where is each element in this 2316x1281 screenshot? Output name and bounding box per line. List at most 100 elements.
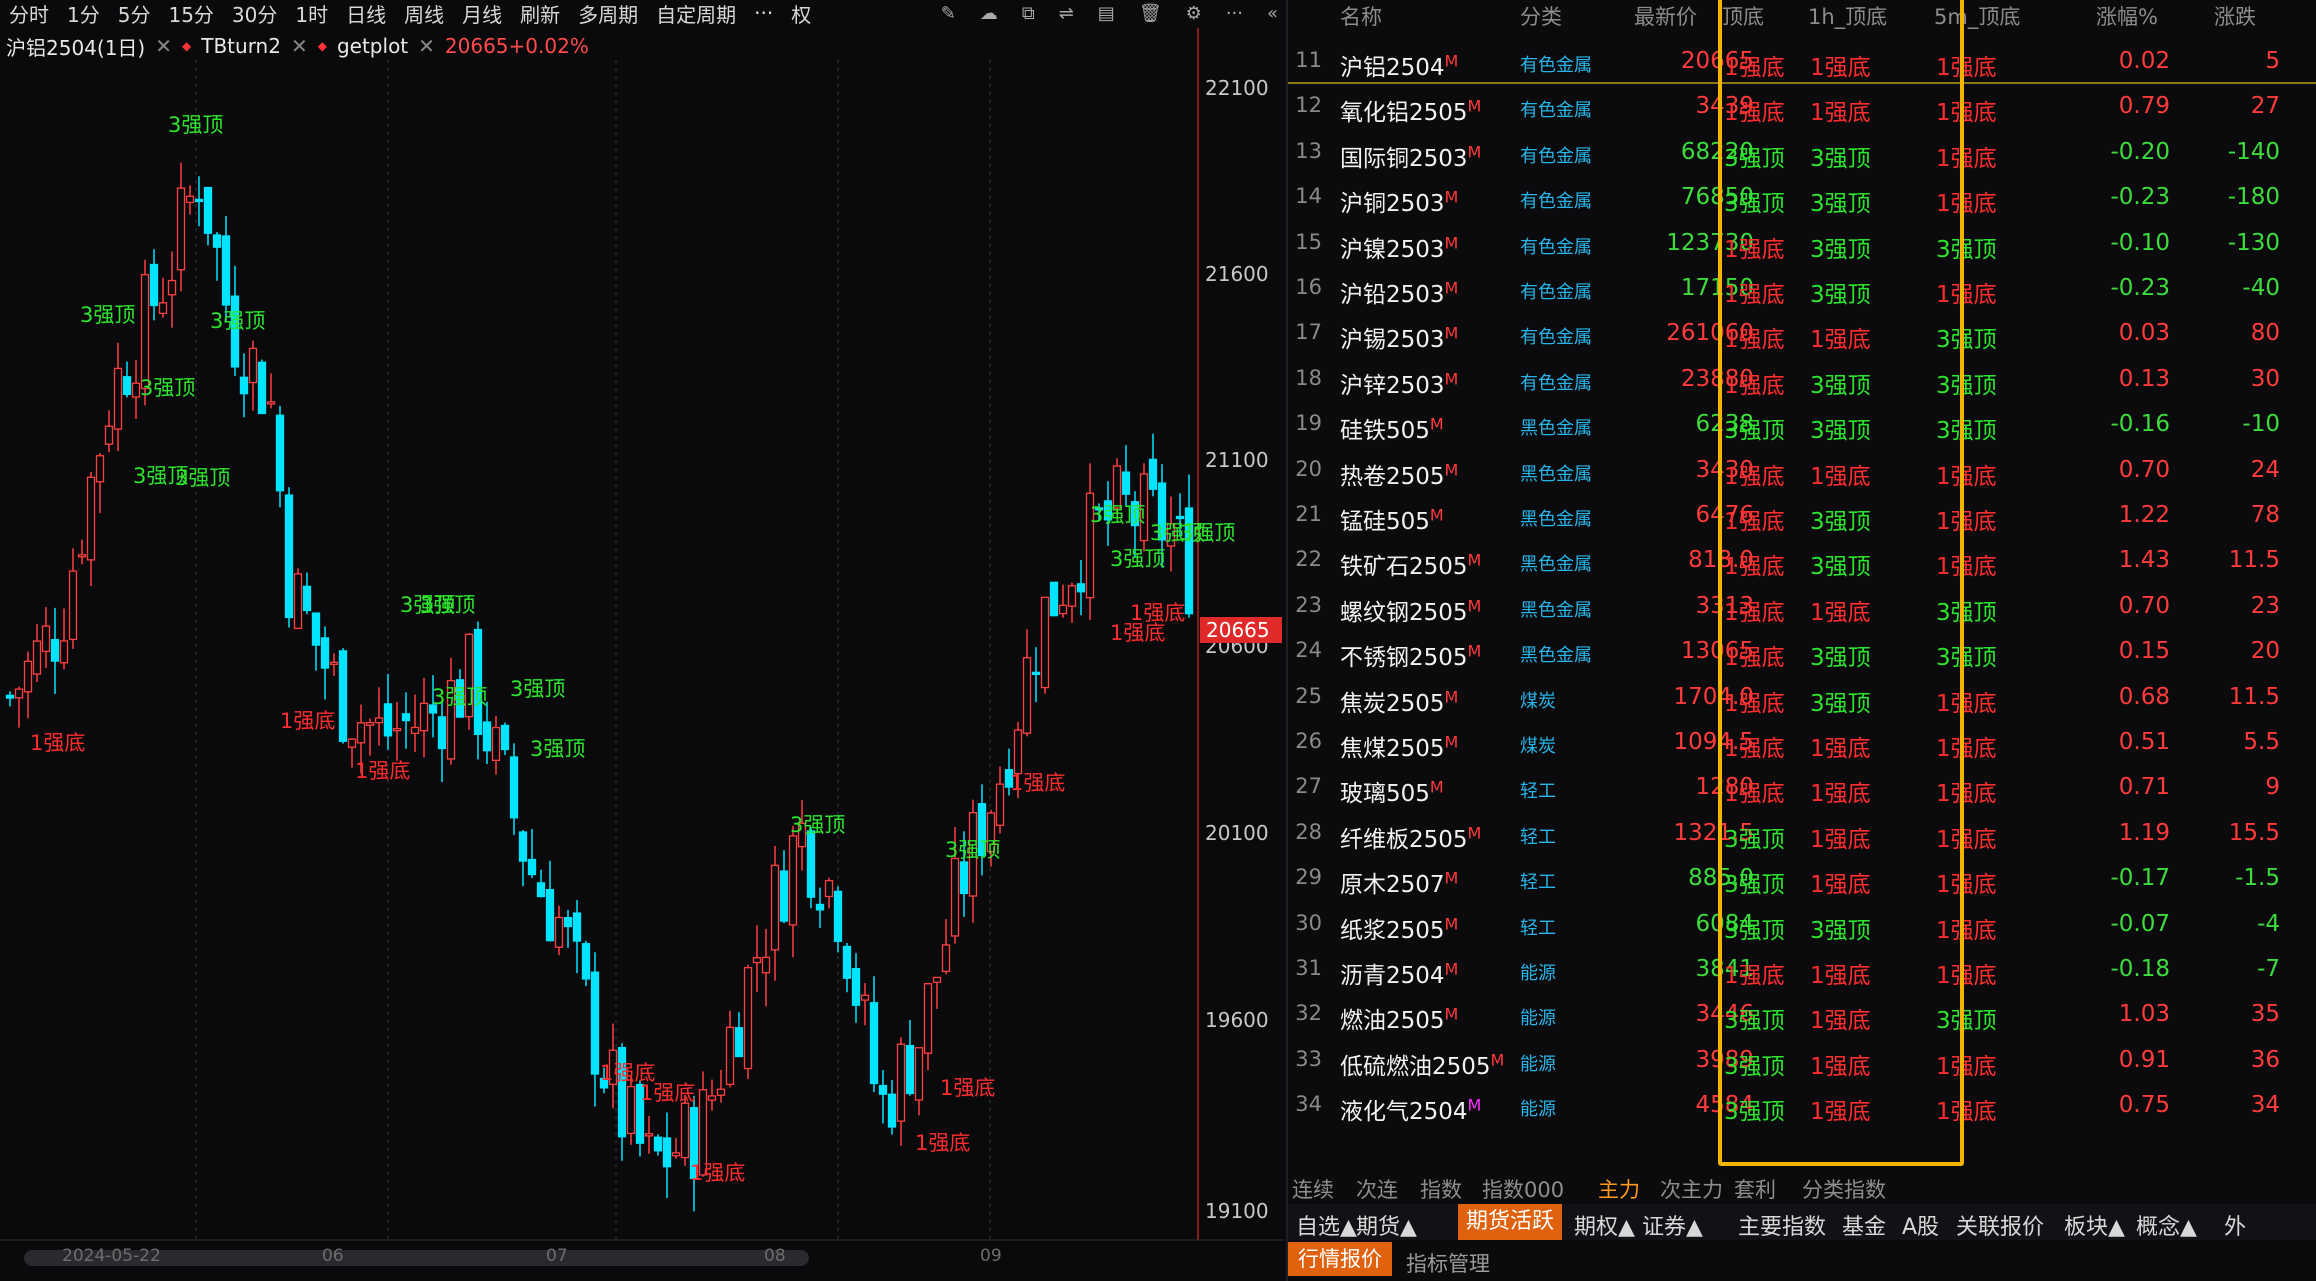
candle-down: [563, 917, 573, 928]
candle-up: [725, 1026, 735, 1086]
category-label: 轻工: [1520, 917, 1556, 939]
kline-chart-panel[interactable]: 分时 1分 5分 15分 30分 1时 日线 周线 月线 刷新 多周期 自定周期 ··· 权 ✎ ☁ ⧉ ⇌ ▤ 🗑 ⚙…: [0, 0, 1284, 1281]
change-percent: -0.18: [2110, 956, 2170, 982]
contract-name: 热卷2505M: [1340, 457, 1458, 491]
change-value: -10: [2242, 411, 2280, 438]
sub-tab[interactable]: 行情报价: [1288, 1242, 1392, 1276]
category-tab[interactable]: 连续: [1292, 1174, 1334, 1204]
candle-up: [554, 916, 564, 948]
contract-name-text: 纸浆2505: [1340, 917, 1445, 944]
candle-down: [473, 628, 483, 735]
candle-down: [806, 830, 816, 898]
change-value: 27: [2250, 93, 2280, 120]
contract-name: 沪镍2503M: [1340, 230, 1458, 264]
market-tab[interactable]: 板块▲: [2064, 1209, 2125, 1241]
row-index: 30: [1295, 910, 1322, 935]
date-axis-label: 08: [764, 1246, 786, 1266]
change-percent: 1.22: [2118, 502, 2170, 528]
date-axis-label: 06: [322, 1246, 344, 1266]
contract-name-text: 硅铁505: [1340, 418, 1430, 445]
candle-up: [95, 455, 105, 483]
candle-down: [194, 198, 204, 203]
candle-up: [68, 570, 78, 641]
candle-down: [779, 870, 789, 922]
contract-name: 硅铁505M: [1340, 411, 1444, 445]
category-tab[interactable]: 套利: [1734, 1174, 1776, 1204]
bottom-signal-label: 1强底: [940, 1076, 995, 1100]
contract-name: 铁矿石2505M: [1340, 547, 1481, 581]
candle-up: [32, 640, 42, 675]
candle-down: [221, 235, 231, 306]
candle-down: [878, 1084, 888, 1095]
contract-name: 沪锌2503M: [1340, 366, 1458, 400]
contract-name: 沪铅2503M: [1340, 275, 1458, 309]
column-header[interactable]: 名称: [1340, 1, 1382, 31]
main-contract-badge: M: [1467, 142, 1482, 162]
market-tab[interactable]: 概念▲: [2136, 1209, 2197, 1241]
candle-up: [716, 1088, 726, 1096]
candle-up: [761, 956, 771, 974]
contract-name-text: 锰硅505: [1340, 509, 1430, 535]
price-axis-tick: 22100: [1205, 76, 1269, 100]
contract-name-text: 螺纹钢2505: [1340, 599, 1468, 626]
row-index: 15: [1295, 229, 1322, 254]
market-tab[interactable]: 外: [2224, 1209, 2246, 1241]
main-contract-badge: M: [1429, 414, 1444, 434]
candle-down: [959, 861, 969, 895]
row-index: 31: [1295, 956, 1322, 980]
candle-down: [851, 968, 861, 1006]
change-percent: -0.17: [2110, 865, 2170, 892]
change-value: 15.5: [2228, 819, 2280, 846]
candlestick-plot[interactable]: 3强顶 3强顶 3强顶 3强顶 3强顶 3强顶 3强顶 3强顶 3强顶 3强顶 3强顶 3强顶 3强顶 3…: [0, 0, 1284, 1281]
change-percent: -0.20: [2110, 138, 2170, 165]
market-tab[interactable]: 期货▲: [1356, 1209, 1417, 1241]
candle-down: [284, 494, 294, 619]
market-tab[interactable]: 基金: [1842, 1209, 1886, 1241]
category-tab[interactable]: 次连: [1356, 1174, 1398, 1204]
column-header[interactable]: 涨幅%: [2096, 1, 2158, 31]
change-percent: 0.68: [2118, 683, 2170, 710]
category-tab[interactable]: 主力: [1598, 1174, 1640, 1204]
candle-down: [383, 703, 393, 737]
market-tab[interactable]: A股: [1902, 1209, 1939, 1241]
date-axis-label: 2024-05-22: [62, 1246, 161, 1266]
candle-up: [626, 1085, 636, 1135]
column-header[interactable]: 最新价: [1634, 1, 1697, 31]
main-contract-badge: M: [1444, 913, 1459, 933]
candle-up: [923, 983, 933, 1054]
category-tab[interactable]: 指数: [1420, 1174, 1462, 1204]
highlight-box: [1718, 0, 1964, 1166]
contract-name: 沪铜2503M: [1340, 184, 1458, 218]
category-tab[interactable]: 分类指数: [1802, 1174, 1886, 1204]
top-signal-label: 3强顶: [945, 838, 1000, 862]
candle-up: [23, 660, 33, 693]
market-tab[interactable]: 关联报价: [1956, 1209, 2044, 1241]
market-tab[interactable]: 自选▲: [1296, 1209, 1357, 1241]
top-signal-label: 3强顶: [432, 685, 487, 709]
top-signal-label: 3强顶: [80, 303, 135, 327]
column-header[interactable]: 分类: [1520, 1, 1562, 31]
candle-down: [1049, 581, 1059, 617]
current-price-text: 20665: [1206, 618, 1270, 642]
candle-down: [518, 831, 528, 862]
change-percent: -0.16: [2110, 411, 2170, 438]
candle-down: [581, 943, 591, 980]
main-contract-badge: M: [1444, 187, 1459, 207]
category-tab[interactable]: 指数000: [1482, 1174, 1564, 1204]
category-label: 轻工: [1520, 781, 1556, 803]
candle-down: [302, 585, 312, 612]
main-contract-badge: M: [1467, 596, 1482, 616]
category-tab[interactable]: 次主力: [1660, 1174, 1723, 1204]
market-tab[interactable]: 期货活跃: [1458, 1204, 1563, 1240]
row-index: 19: [1295, 411, 1322, 436]
sub-tab[interactable]: 指标管理: [1406, 1248, 1490, 1278]
contract-name-text: 焦炭2505: [1340, 690, 1445, 717]
contract-name-text: 低硫燃油2505: [1340, 1053, 1491, 1080]
market-tab[interactable]: 期权▲: [1574, 1209, 1635, 1241]
row-index: 16: [1295, 275, 1322, 299]
contract-name-text: 沪铝2504: [1340, 55, 1445, 81]
market-tab[interactable]: 证券▲: [1642, 1209, 1703, 1241]
column-header[interactable]: 涨跌: [2214, 1, 2256, 31]
market-tab[interactable]: 主要指数: [1738, 1209, 1826, 1241]
candle-up: [788, 835, 798, 926]
